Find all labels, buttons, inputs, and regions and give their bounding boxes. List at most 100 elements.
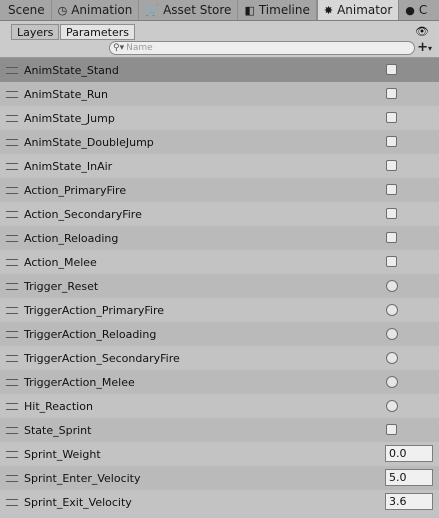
parameter-name[interactable]: TriggerAction_PrimaryFire <box>24 304 164 317</box>
float-value-field[interactable]: 3.6 <box>385 493 433 510</box>
parameter-name[interactable]: AnimState_Jump <box>24 112 115 125</box>
clock-icon: ◷ <box>57 3 68 17</box>
parameter-row[interactable]: Sprint_Weight 0.0 <box>0 442 439 466</box>
parameter-list: AnimState_Stand AnimState_Run AnimState_Ju… <box>0 58 439 514</box>
search-input[interactable]: ⚲▾ Name <box>109 41 415 55</box>
parameter-row[interactable]: Action_Melee <box>0 250 439 274</box>
drag-handle-icon[interactable] <box>6 67 18 74</box>
parameter-name[interactable]: TriggerAction_Reloading <box>24 328 156 341</box>
parameter-row[interactable]: TriggerAction_Melee <box>0 370 439 394</box>
float-value-field[interactable]: 0.0 <box>385 445 433 462</box>
parameter-row[interactable]: AnimState_Run <box>0 82 439 106</box>
drag-handle-icon[interactable] <box>6 451 18 458</box>
window-tab-strip: Scene ◷ Animation 🛒 Asset Store ◧ Timeli… <box>0 0 439 21</box>
parameter-row[interactable]: State_Sprint <box>0 418 439 442</box>
tab-animation[interactable]: ◷ Animation <box>52 0 140 20</box>
bool-checkbox[interactable] <box>386 208 397 219</box>
parameter-name[interactable]: TriggerAction_Melee <box>24 376 135 389</box>
drag-handle-icon[interactable] <box>6 235 18 242</box>
tab-timeline[interactable]: ◧ Timeline <box>238 0 317 20</box>
parameter-row[interactable]: Action_PrimaryFire <box>0 178 439 202</box>
bool-checkbox[interactable] <box>386 136 397 147</box>
trigger-radio[interactable] <box>386 400 398 412</box>
tab-asset-store-label: Asset Store <box>163 3 232 17</box>
parameter-row[interactable]: Action_SecondaryFire <box>0 202 439 226</box>
drag-handle-icon[interactable] <box>6 379 18 386</box>
parameter-name[interactable]: Action_Reloading <box>24 232 118 245</box>
parameter-row[interactable]: Sprint_Exit_Velocity 3.6 <box>0 490 439 514</box>
parameter-name[interactable]: TriggerAction_SecondaryFire <box>24 352 180 365</box>
parameter-row[interactable]: TriggerAction_Reloading <box>0 322 439 346</box>
add-parameter-button[interactable]: +▾ <box>417 40 432 55</box>
tab-layers[interactable]: Layers <box>11 24 60 40</box>
parameter-name[interactable]: AnimState_DoubleJump <box>24 136 154 149</box>
bool-checkbox[interactable] <box>386 424 397 435</box>
bool-checkbox[interactable] <box>386 88 397 99</box>
parameter-row[interactable]: Sprint_Enter_Velocity 5.0 <box>0 466 439 490</box>
bool-checkbox[interactable] <box>386 112 397 123</box>
parameter-name[interactable]: Action_PrimaryFire <box>24 184 126 197</box>
tab-animation-label: Animation <box>71 3 133 17</box>
bool-checkbox[interactable] <box>386 64 397 75</box>
parameter-name[interactable]: Hit_Reaction <box>24 400 93 413</box>
parameter-name[interactable]: Sprint_Enter_Velocity <box>24 472 141 485</box>
drag-handle-icon[interactable] <box>6 475 18 482</box>
parameter-row[interactable]: TriggerAction_PrimaryFire <box>0 298 439 322</box>
parameter-row[interactable]: AnimState_Jump <box>0 106 439 130</box>
parameter-row[interactable]: Trigger_Reset <box>0 274 439 298</box>
eye-icon[interactable]: 👁 <box>415 25 429 38</box>
bool-checkbox[interactable] <box>386 184 397 195</box>
drag-handle-icon[interactable] <box>6 307 18 314</box>
search-icon: ⚲▾ <box>113 43 125 53</box>
parameter-name[interactable]: Action_Melee <box>24 256 97 269</box>
drag-handle-icon[interactable] <box>6 139 18 146</box>
parameter-row[interactable]: AnimState_Stand <box>0 58 439 82</box>
animator-toolbar: Layers Parameters 👁 ⚲▾ Name +▾ <box>0 21 439 58</box>
drag-handle-icon[interactable] <box>6 115 18 122</box>
parameter-name[interactable]: Trigger_Reset <box>24 280 98 293</box>
drag-handle-icon[interactable] <box>6 331 18 338</box>
parameter-name[interactable]: AnimState_InAir <box>24 160 112 173</box>
drag-handle-icon[interactable] <box>6 283 18 290</box>
parameter-row[interactable]: Hit_Reaction <box>0 394 439 418</box>
drag-handle-icon[interactable] <box>6 187 18 194</box>
drag-handle-icon[interactable] <box>6 259 18 266</box>
trigger-radio[interactable] <box>386 352 398 364</box>
float-value-field[interactable]: 5.0 <box>385 469 433 486</box>
tab-animator[interactable]: ✸ Animator <box>316 0 400 20</box>
tab-parameters-label: Parameters <box>66 25 129 39</box>
drag-handle-icon[interactable] <box>6 211 18 218</box>
parameter-row[interactable]: TriggerAction_SecondaryFire <box>0 346 439 370</box>
drag-handle-icon[interactable] <box>6 427 18 434</box>
tab-parameters[interactable]: Parameters <box>60 24 135 40</box>
parameter-name[interactable]: Sprint_Exit_Velocity <box>24 496 132 509</box>
drag-handle-icon[interactable] <box>6 355 18 362</box>
tab-asset-store[interactable]: 🛒 Asset Store <box>139 0 239 20</box>
bool-checkbox[interactable] <box>386 232 397 243</box>
trigger-radio[interactable] <box>386 328 398 340</box>
trigger-radio[interactable] <box>386 280 398 292</box>
parameter-name[interactable]: AnimState_Stand <box>24 64 119 77</box>
drag-handle-icon[interactable] <box>6 91 18 98</box>
trigger-radio[interactable] <box>386 376 398 388</box>
parameter-row[interactable]: AnimState_InAir <box>0 154 439 178</box>
tab-console[interactable]: ● C <box>399 0 427 20</box>
parameter-name[interactable]: Action_SecondaryFire <box>24 208 142 221</box>
parameter-row[interactable]: AnimState_DoubleJump <box>0 130 439 154</box>
animator-icon: ✸ <box>323 3 334 17</box>
parameter-name[interactable]: Sprint_Weight <box>24 448 101 461</box>
trigger-radio[interactable] <box>386 304 398 316</box>
tab-scene[interactable]: Scene <box>0 0 52 20</box>
chevron-down-icon: ▾ <box>427 44 432 53</box>
tab-animator-label: Animator <box>337 3 393 17</box>
timeline-icon: ◧ <box>244 3 255 17</box>
drag-handle-icon[interactable] <box>6 403 18 410</box>
parameter-row[interactable]: Action_Reloading <box>0 226 439 250</box>
drag-handle-icon[interactable] <box>6 163 18 170</box>
tab-layers-label: Layers <box>17 25 54 39</box>
parameter-name[interactable]: AnimState_Run <box>24 88 108 101</box>
parameter-name[interactable]: State_Sprint <box>24 424 91 437</box>
drag-handle-icon[interactable] <box>6 499 18 506</box>
bool-checkbox[interactable] <box>386 256 397 267</box>
bool-checkbox[interactable] <box>386 160 397 171</box>
